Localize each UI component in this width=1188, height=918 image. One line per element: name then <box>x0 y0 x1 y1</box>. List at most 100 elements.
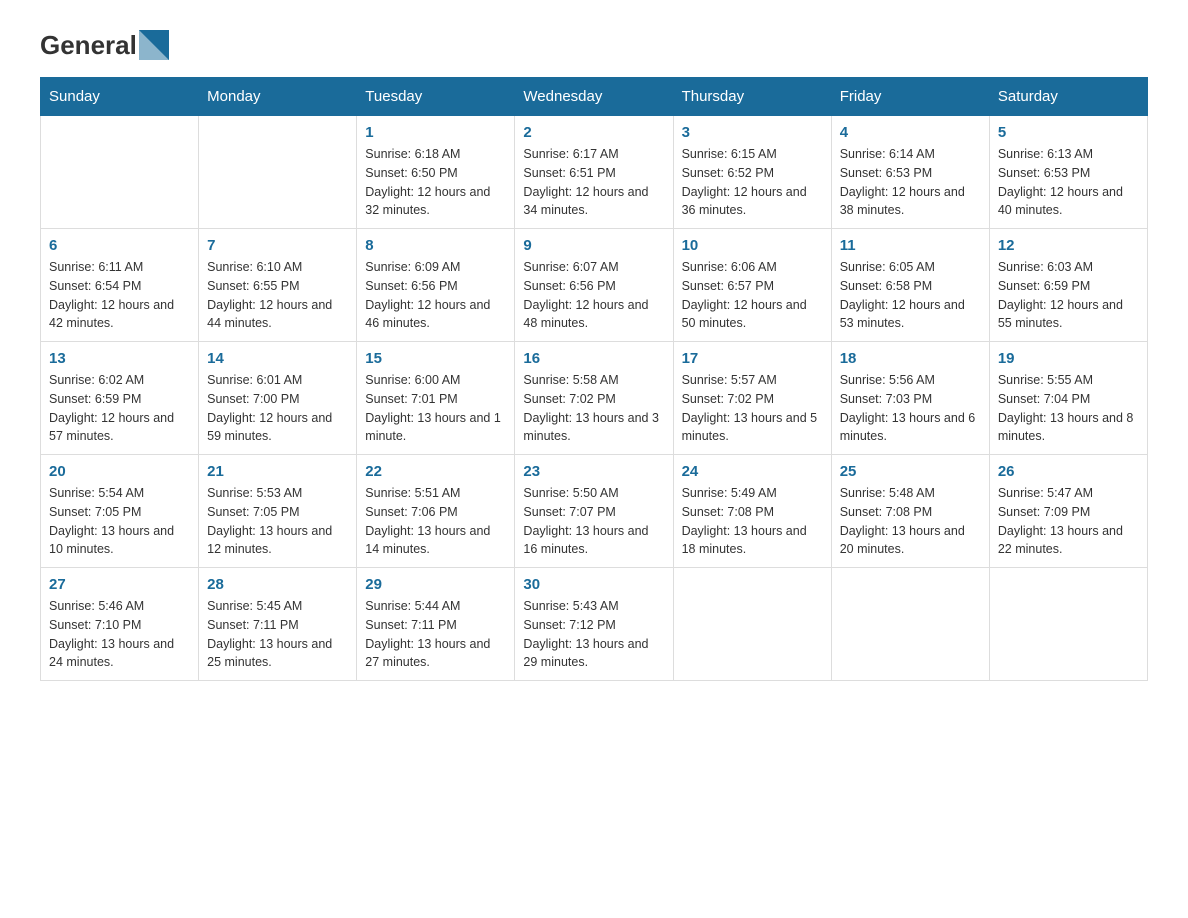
day-number: 28 <box>207 576 348 593</box>
day-number: 22 <box>365 463 506 480</box>
day-info: Sunrise: 5:55 AMSunset: 7:04 PMDaylight:… <box>998 371 1139 446</box>
day-number: 17 <box>682 350 823 367</box>
calendar-cell: 10Sunrise: 6:06 AMSunset: 6:57 PMDayligh… <box>673 229 831 342</box>
calendar-cell: 21 Sunrise: 5:53 AMSunset: 7:05 PMDayligh… <box>199 455 357 568</box>
day-info: Sunrise: 6:07 AMSunset: 6:56 PMDaylight:… <box>523 258 664 333</box>
calendar-week-4: 20 Sunrise: 5:54 AMSunset: 7:05 PMDayligh… <box>41 455 1148 568</box>
calendar-cell: 30Sunrise: 5:43 AMSunset: 7:12 PMDayligh… <box>515 568 673 681</box>
day-number: 10 <box>682 237 823 254</box>
day-info: Sunrise: 6:00 AMSunset: 7:01 PMDaylight:… <box>365 371 506 446</box>
calendar-cell: 1Sunrise: 6:18 AMSunset: 6:50 PMDaylight… <box>357 116 515 229</box>
day-number: 2 <box>523 124 664 141</box>
day-info: Sunrise: 5:43 AMSunset: 7:12 PMDaylight:… <box>523 597 664 672</box>
calendar-week-5: 27 Sunrise: 5:46 AMSunset: 7:10 PMDayligh… <box>41 568 1148 681</box>
day-number: 23 <box>523 463 664 480</box>
day-number: 25 <box>840 463 981 480</box>
calendar-cell <box>673 568 831 681</box>
day-info: Sunrise: 6:09 AMSunset: 6:56 PMDaylight:… <box>365 258 506 333</box>
day-info: Sunrise: 5:46 AMSunset: 7:10 PMDaylight:… <box>49 597 190 672</box>
day-info: Sunrise: 6:18 AMSunset: 6:50 PMDaylight:… <box>365 145 506 220</box>
calendar-table: SundayMondayTuesdayWednesdayThursdayFrid… <box>40 77 1148 681</box>
calendar-cell: 29Sunrise: 5:44 AMSunset: 7:11 PMDayligh… <box>357 568 515 681</box>
calendar-header-saturday: Saturday <box>989 78 1147 116</box>
calendar-cell <box>41 116 199 229</box>
calendar-cell: 16Sunrise: 5:58 AMSunset: 7:02 PMDayligh… <box>515 342 673 455</box>
calendar-cell: 27 Sunrise: 5:46 AMSunset: 7:10 PMDayligh… <box>41 568 199 681</box>
calendar-header-thursday: Thursday <box>673 78 831 116</box>
calendar-header-tuesday: Tuesday <box>357 78 515 116</box>
day-info: Sunrise: 6:14 AMSunset: 6:53 PMDaylight:… <box>840 145 981 220</box>
day-info: Sunrise: 6:03 AMSunset: 6:59 PMDaylight:… <box>998 258 1139 333</box>
day-info: Sunrise: 6:17 AMSunset: 6:51 PMDaylight:… <box>523 145 664 220</box>
calendar-cell: 15 Sunrise: 6:00 AMSunset: 7:01 PMDayligh… <box>357 342 515 455</box>
calendar-cell: 12Sunrise: 6:03 AMSunset: 6:59 PMDayligh… <box>989 229 1147 342</box>
day-info: Sunrise: 5:47 AMSunset: 7:09 PMDaylight:… <box>998 484 1139 559</box>
day-info: Sunrise: 6:15 AMSunset: 6:52 PMDaylight:… <box>682 145 823 220</box>
day-info: Sunrise: 6:05 AMSunset: 6:58 PMDaylight:… <box>840 258 981 333</box>
calendar-cell: 23 Sunrise: 5:50 AMSunset: 7:07 PMDayligh… <box>515 455 673 568</box>
calendar-header-wednesday: Wednesday <box>515 78 673 116</box>
day-info: Sunrise: 6:13 AMSunset: 6:53 PMDaylight:… <box>998 145 1139 220</box>
day-number: 18 <box>840 350 981 367</box>
day-info: Sunrise: 5:51 AMSunset: 7:06 PMDaylight:… <box>365 484 506 559</box>
calendar-cell: 17 Sunrise: 5:57 AMSunset: 7:02 PMDayligh… <box>673 342 831 455</box>
day-number: 21 <box>207 463 348 480</box>
calendar-cell: 20 Sunrise: 5:54 AMSunset: 7:05 PMDayligh… <box>41 455 199 568</box>
logo-icon <box>139 30 169 60</box>
day-number: 7 <box>207 237 348 254</box>
calendar-week-2: 6 Sunrise: 6:11 AMSunset: 6:54 PMDaylight… <box>41 229 1148 342</box>
day-info: Sunrise: 5:45 AMSunset: 7:11 PMDaylight:… <box>207 597 348 672</box>
day-info: Sunrise: 5:49 AMSunset: 7:08 PMDaylight:… <box>682 484 823 559</box>
calendar-cell: 9 Sunrise: 6:07 AMSunset: 6:56 PMDaylight… <box>515 229 673 342</box>
day-number: 4 <box>840 124 981 141</box>
calendar-header-monday: Monday <box>199 78 357 116</box>
day-number: 27 <box>49 576 190 593</box>
day-info: Sunrise: 5:44 AMSunset: 7:11 PMDaylight:… <box>365 597 506 672</box>
day-info: Sunrise: 5:57 AMSunset: 7:02 PMDaylight:… <box>682 371 823 446</box>
calendar-cell: 18 Sunrise: 5:56 AMSunset: 7:03 PMDayligh… <box>831 342 989 455</box>
day-number: 8 <box>365 237 506 254</box>
calendar-cell: 5 Sunrise: 6:13 AMSunset: 6:53 PMDaylight… <box>989 116 1147 229</box>
day-number: 13 <box>49 350 190 367</box>
logo-general-text: General <box>40 30 137 61</box>
calendar-cell: 6 Sunrise: 6:11 AMSunset: 6:54 PMDaylight… <box>41 229 199 342</box>
day-number: 3 <box>682 124 823 141</box>
day-number: 15 <box>365 350 506 367</box>
day-number: 11 <box>840 237 981 254</box>
logo: General <box>40 30 169 57</box>
day-info: Sunrise: 5:48 AMSunset: 7:08 PMDaylight:… <box>840 484 981 559</box>
calendar-cell: 24 Sunrise: 5:49 AMSunset: 7:08 PMDayligh… <box>673 455 831 568</box>
calendar-week-3: 13Sunrise: 6:02 AMSunset: 6:59 PMDayligh… <box>41 342 1148 455</box>
calendar-cell: 14 Sunrise: 6:01 AMSunset: 7:00 PMDayligh… <box>199 342 357 455</box>
calendar-cell: 7 Sunrise: 6:10 AMSunset: 6:55 PMDaylight… <box>199 229 357 342</box>
calendar-cell: 8 Sunrise: 6:09 AMSunset: 6:56 PMDaylight… <box>357 229 515 342</box>
calendar-cell <box>199 116 357 229</box>
calendar-cell: 28 Sunrise: 5:45 AMSunset: 7:11 PMDayligh… <box>199 568 357 681</box>
page-header: General <box>40 30 1148 57</box>
day-number: 14 <box>207 350 348 367</box>
calendar-cell: 3 Sunrise: 6:15 AMSunset: 6:52 PMDaylight… <box>673 116 831 229</box>
day-info: Sunrise: 5:54 AMSunset: 7:05 PMDaylight:… <box>49 484 190 559</box>
day-info: Sunrise: 5:56 AMSunset: 7:03 PMDaylight:… <box>840 371 981 446</box>
calendar-header-friday: Friday <box>831 78 989 116</box>
day-number: 9 <box>523 237 664 254</box>
day-info: Sunrise: 5:50 AMSunset: 7:07 PMDaylight:… <box>523 484 664 559</box>
calendar-cell: 4 Sunrise: 6:14 AMSunset: 6:53 PMDaylight… <box>831 116 989 229</box>
calendar-cell: 11 Sunrise: 6:05 AMSunset: 6:58 PMDayligh… <box>831 229 989 342</box>
calendar-header-row: SundayMondayTuesdayWednesdayThursdayFrid… <box>41 78 1148 116</box>
calendar-cell: 25 Sunrise: 5:48 AMSunset: 7:08 PMDayligh… <box>831 455 989 568</box>
day-info: Sunrise: 6:01 AMSunset: 7:00 PMDaylight:… <box>207 371 348 446</box>
day-number: 5 <box>998 124 1139 141</box>
calendar-cell <box>831 568 989 681</box>
calendar-cell: 19 Sunrise: 5:55 AMSunset: 7:04 PMDayligh… <box>989 342 1147 455</box>
calendar-header-sunday: Sunday <box>41 78 199 116</box>
day-info: Sunrise: 6:10 AMSunset: 6:55 PMDaylight:… <box>207 258 348 333</box>
day-info: Sunrise: 6:11 AMSunset: 6:54 PMDaylight:… <box>49 258 190 333</box>
calendar-cell: 26Sunrise: 5:47 AMSunset: 7:09 PMDayligh… <box>989 455 1147 568</box>
day-number: 19 <box>998 350 1139 367</box>
day-number: 20 <box>49 463 190 480</box>
day-number: 24 <box>682 463 823 480</box>
day-info: Sunrise: 5:53 AMSunset: 7:05 PMDaylight:… <box>207 484 348 559</box>
day-number: 16 <box>523 350 664 367</box>
day-number: 6 <box>49 237 190 254</box>
